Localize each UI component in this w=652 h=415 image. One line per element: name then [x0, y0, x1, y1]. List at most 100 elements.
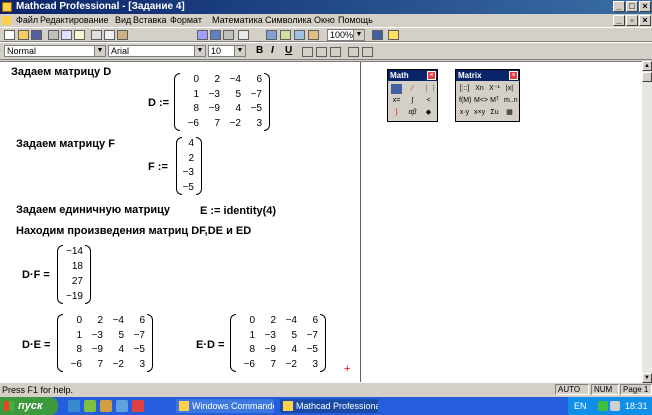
paste-icon[interactable]	[117, 30, 128, 40]
component-icon[interactable]	[266, 30, 277, 40]
menu-help[interactable]: Помощь	[338, 14, 373, 27]
chevron-down-icon[interactable]: ▼	[94, 46, 105, 56]
chevron-down-icon[interactable]: ▼	[194, 46, 205, 56]
print-preview-icon[interactable]	[61, 30, 72, 40]
style-select[interactable]: Normal ▼	[4, 45, 106, 57]
calculate-icon[interactable]	[197, 30, 208, 40]
identity-definition[interactable]: E := identity(4)	[200, 205, 276, 217]
language-indicator[interactable]: EN	[574, 397, 587, 415]
ie-icon[interactable]	[68, 400, 80, 412]
menu-symbolics[interactable]: Символика	[265, 14, 312, 27]
matrix-df-result[interactable]: −14 18 27 −19	[57, 245, 91, 304]
font-select[interactable]: Arial ▼	[108, 45, 206, 57]
ed-result-lhs[interactable]: E·D =	[196, 339, 224, 351]
calculus-icon[interactable]: ∫	[407, 96, 418, 106]
transpose-icon[interactable]: Mᵀ	[489, 96, 500, 106]
menu-file[interactable]: Файл	[16, 14, 38, 27]
cut-icon[interactable]	[91, 30, 102, 40]
italic-button[interactable]: I	[271, 45, 274, 57]
evaluation-icon[interactable]: x=	[391, 96, 402, 106]
heading-define-f[interactable]: Задаем матрицу F	[16, 138, 115, 150]
copy-icon[interactable]	[104, 30, 115, 40]
scroll-down-icon[interactable]: ▼	[642, 373, 652, 383]
heading-define-d[interactable]: Задаем матрицу D	[11, 66, 111, 78]
align-center-icon[interactable]	[316, 47, 327, 57]
resource-center-icon[interactable]	[238, 30, 249, 40]
task-mathcad[interactable]: Mathcad Professional...	[280, 399, 378, 413]
math-palette[interactable]: Math × ⁄ ⋮⋮ x= ∫ < } αβ ◆	[387, 69, 438, 122]
align-left-icon[interactable]	[302, 47, 313, 57]
redo-icon[interactable]	[147, 30, 158, 40]
vector-sum-icon[interactable]: Σu	[489, 108, 500, 118]
volume-icon[interactable]	[610, 401, 620, 411]
menu-window[interactable]: Окно	[314, 14, 335, 27]
close-icon[interactable]: ×	[509, 71, 518, 80]
desktop-icon[interactable]	[116, 400, 128, 412]
cross-product-icon[interactable]: x×y	[474, 108, 485, 118]
f-definition-lhs[interactable]: F :=	[148, 161, 168, 173]
matrix-f[interactable]: 4 2 −3 −5	[176, 137, 202, 195]
menu-format[interactable]: Формат	[170, 14, 202, 27]
save-icon[interactable]	[31, 30, 42, 40]
doc-minimize-button[interactable]: _	[613, 15, 625, 26]
hand-icon[interactable]	[308, 30, 319, 40]
quicklaunch-app-icon[interactable]	[132, 400, 144, 412]
close-button[interactable]: ×	[639, 1, 651, 12]
open-icon[interactable]	[18, 30, 29, 40]
doc-close-button[interactable]: ×	[639, 15, 651, 26]
range-icon[interactable]: m..n	[504, 96, 518, 106]
insert-function-icon[interactable]	[166, 30, 177, 40]
undo-icon[interactable]	[134, 30, 145, 40]
graph-icon[interactable]	[210, 30, 221, 40]
tray-icon[interactable]	[598, 401, 608, 411]
start-button[interactable]: пуск	[0, 397, 58, 415]
d-definition-lhs[interactable]: D :=	[148, 97, 169, 109]
vectorize-icon[interactable]: f(M)	[459, 96, 471, 106]
menu-view[interactable]: Вид	[115, 14, 131, 27]
resource-icon[interactable]	[372, 30, 383, 40]
underline-button[interactable]: U	[285, 45, 292, 57]
menu-insert[interactable]: Вставка	[133, 14, 166, 27]
matrix-ed-result[interactable]: 0 2 −4 6 1 −3 5 −7 8 −9 4 −5 −6 7 −2 3	[230, 314, 326, 372]
new-icon[interactable]	[4, 30, 15, 40]
programming-icon[interactable]: }	[391, 108, 402, 118]
matrix-palette[interactable]: Matrix × [:::] Xn X⁻¹ |x| f(M) M<> Mᵀ m.…	[455, 69, 520, 122]
greek-icon[interactable]: αβ	[407, 108, 418, 118]
insert-component-icon[interactable]	[280, 30, 291, 40]
insert-unit-icon[interactable]	[181, 30, 192, 40]
matrix-icon[interactable]	[223, 30, 234, 40]
heading-products[interactable]: Находим произведения матриц DF,DE и ED	[16, 225, 251, 237]
run-icon[interactable]	[294, 30, 305, 40]
bullets-icon[interactable]	[348, 47, 359, 57]
zoom-select[interactable]: 100% ▼	[327, 29, 365, 41]
numbering-icon[interactable]	[362, 47, 373, 57]
determinant-icon[interactable]: |x|	[504, 84, 515, 94]
insert-matrix-icon[interactable]: [:::]	[459, 84, 470, 94]
help-icon[interactable]	[388, 30, 399, 40]
calculator-icon[interactable]	[391, 84, 402, 94]
heading-define-identity[interactable]: Задаем единичную матрицу	[16, 204, 170, 216]
task-windows-commander[interactable]: Windows Commander...	[176, 399, 274, 413]
print-icon[interactable]	[48, 30, 59, 40]
maximize-button[interactable]: □	[626, 1, 638, 12]
df-result-lhs[interactable]: D·F =	[22, 269, 50, 281]
chevron-down-icon[interactable]: ▼	[353, 30, 364, 40]
scroll-thumb[interactable]	[642, 72, 652, 82]
graph-palette-icon[interactable]: ⁄	[407, 84, 418, 94]
menu-math[interactable]: Математика	[212, 14, 263, 27]
bold-button[interactable]: B	[256, 45, 263, 57]
close-icon[interactable]: ×	[427, 71, 436, 80]
matrix-de-result[interactable]: 0 2 −4 6 1 −3 5 −7 8 −9 4 −5 −6 7 −2 3	[57, 314, 153, 372]
align-right-icon[interactable]	[330, 47, 341, 57]
explorer-icon[interactable]	[100, 400, 112, 412]
column-icon[interactable]: M<>	[474, 96, 488, 106]
dot-product-icon[interactable]: x·y	[459, 108, 470, 118]
inverse-icon[interactable]: X⁻¹	[489, 84, 500, 94]
de-result-lhs[interactable]: D·E =	[22, 339, 50, 351]
doc-icon[interactable]	[2, 16, 11, 25]
size-select[interactable]: 10 ▼	[208, 45, 246, 57]
scroll-up-icon[interactable]: ▲	[642, 61, 652, 71]
doc-restore-button[interactable]: ▫	[626, 15, 638, 26]
matrix-d[interactable]: 0 2 −4 6 1 −3 5 −7 8 −9 4 −5 −6 7 −2 3	[174, 73, 270, 131]
subscript-icon[interactable]: Xn	[474, 84, 485, 94]
